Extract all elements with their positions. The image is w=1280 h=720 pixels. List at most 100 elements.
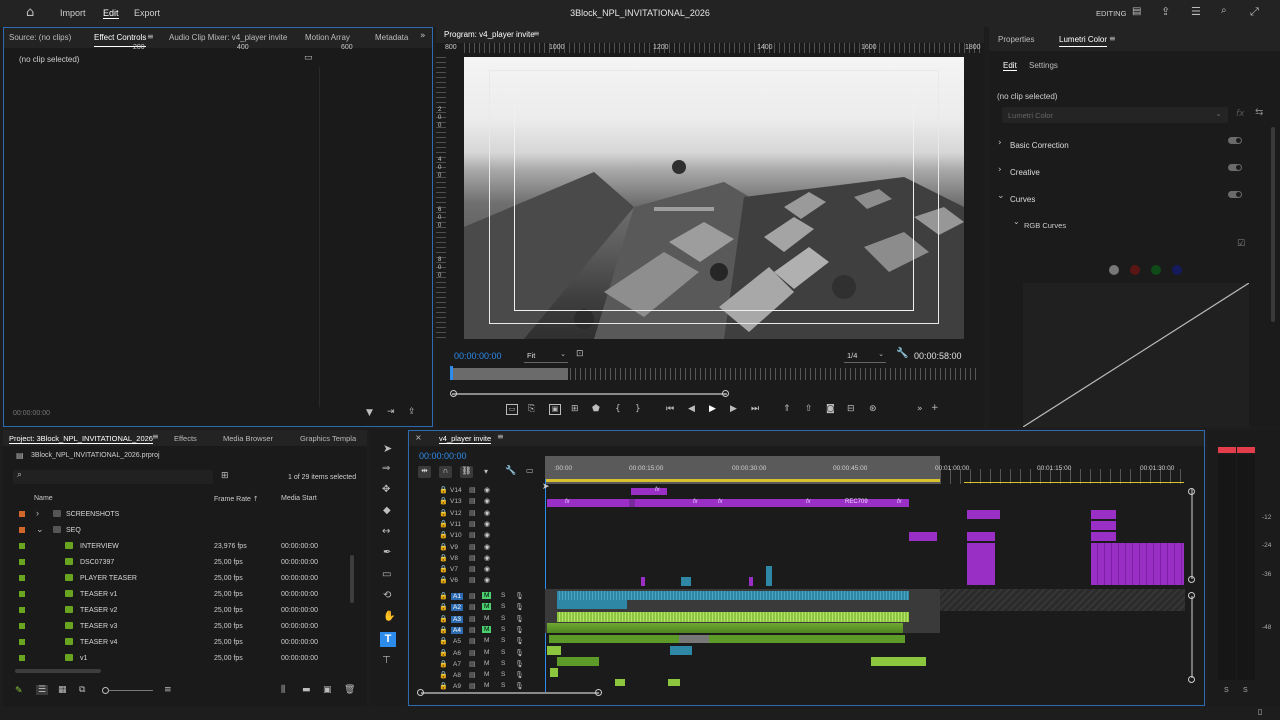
toggle-switch[interactable]: [1228, 191, 1242, 198]
tab-lumetri-color[interactable]: Lumetri Color: [1059, 30, 1108, 47]
mute-icon[interactable]: M: [482, 637, 491, 644]
tab-menu-icon[interactable]: ≡: [147, 32, 154, 41]
eye-icon[interactable]: ◉: [484, 554, 490, 562]
eye-icon[interactable]: ◉: [484, 576, 490, 584]
microphone-icon[interactable]: 🎙: [515, 671, 524, 679]
comparison-icon[interactable]: ⊞: [571, 404, 579, 414]
sort-icon[interactable]: ≡: [164, 685, 172, 695]
sync-lock-icon[interactable]: ▤: [469, 615, 476, 623]
program-timecode[interactable]: 00:00:00:00: [454, 351, 502, 361]
lock-icon[interactable]: 🔒: [439, 649, 448, 657]
clip-a4[interactable]: [547, 623, 903, 633]
sync-lock-icon[interactable]: ▤: [469, 626, 476, 634]
zoom-slider-track[interactable]: [109, 690, 153, 691]
clip-a5-gray[interactable]: [679, 635, 709, 643]
clip-v10c[interactable]: [1091, 532, 1116, 541]
track-header-audio[interactable]: 🔒 A3 ▤ M S 🎙: [409, 615, 549, 626]
ripple-edit-icon[interactable]: ✥: [382, 484, 390, 495]
rgb-curve-graph[interactable]: [1023, 283, 1249, 427]
sync-lock-icon[interactable]: ▤: [469, 682, 476, 690]
timeline-timecode[interactable]: 00:00:00:00: [419, 451, 467, 461]
solo-icon[interactable]: S: [501, 615, 505, 622]
new-item-icon[interactable]: ▣: [323, 685, 332, 695]
eye-icon[interactable]: ◉: [484, 486, 490, 494]
toggle-switch[interactable]: [1228, 164, 1242, 171]
more-tabs-icon[interactable]: »: [420, 31, 426, 41]
mark-out-icon[interactable]: }: [635, 404, 641, 414]
vscroll-handle[interactable]: [1188, 488, 1195, 495]
project-scrollbar[interactable]: [350, 555, 354, 603]
fullscreen-icon[interactable]: ⤢: [1250, 5, 1259, 19]
step-back-icon[interactable]: ◀: [688, 404, 695, 414]
sync-lock-icon[interactable]: ▤: [469, 565, 476, 573]
lock-icon[interactable]: 🔒: [439, 509, 448, 517]
sequence-menu-icon[interactable]: ≡: [497, 432, 504, 441]
microphone-icon[interactable]: 🎙: [515, 660, 524, 668]
more-buttons-icon[interactable]: »: [917, 404, 923, 414]
scrollbar-handle-left[interactable]: [450, 390, 457, 397]
col-frame-rate[interactable]: Frame Rate ↑: [214, 495, 259, 503]
status-icon[interactable]: ▯: [1258, 707, 1262, 716]
vr-icon[interactable]: ⊛: [869, 404, 877, 414]
expand-chevron-icon[interactable]: ⌄: [36, 524, 44, 535]
col-media-start[interactable]: Media Start: [281, 495, 317, 502]
microphone-icon[interactable]: 🎙: [515, 615, 524, 623]
lock-icon[interactable]: 🔒: [439, 486, 448, 494]
clip-a8[interactable]: [550, 668, 558, 677]
mute-icon[interactable]: M: [482, 682, 491, 689]
clip-v9-group-b[interactable]: [1091, 543, 1184, 585]
solo-icon[interactable]: S: [501, 592, 505, 599]
section-creative[interactable]: › Creative: [989, 164, 1264, 180]
eye-icon[interactable]: ◉: [484, 509, 490, 517]
vscroll-video[interactable]: [1191, 489, 1193, 579]
microphone-icon[interactable]: 🎙: [515, 592, 524, 600]
sync-lock-icon[interactable]: ▤: [469, 660, 476, 668]
vscroll-handle[interactable]: [1188, 676, 1195, 683]
mute-icon[interactable]: M: [482, 603, 492, 611]
freeform-view-icon[interactable]: ⧉: [79, 685, 85, 695]
section-basic-correction[interactable]: › Basic Correction: [989, 137, 1264, 153]
eye-icon[interactable]: ◉: [484, 543, 490, 551]
col-name[interactable]: Name: [34, 495, 53, 502]
sync-lock-icon[interactable]: ▤: [469, 531, 476, 539]
track-header-video[interactable]: 🔒 V7 ▤ ◉: [409, 565, 549, 576]
play-audio-icon[interactable]: ⇥: [387, 407, 395, 417]
track-select-icon[interactable]: ⇒: [382, 463, 390, 474]
clip-a7b[interactable]: [871, 657, 926, 666]
button-editor-icon[interactable]: +: [931, 403, 939, 413]
section-curves[interactable]: ⌄ Curves: [989, 191, 1264, 207]
workspaces-icon[interactable]: ▤: [1132, 6, 1141, 17]
scrollbar-handle-right[interactable]: [722, 390, 729, 397]
track-header-audio[interactable]: 🔒 A1 ▤ M S 🎙: [409, 592, 549, 603]
track-header-video[interactable]: 🔒 V14 ▤ ◉: [409, 486, 549, 497]
microphone-icon[interactable]: 🎙: [515, 682, 524, 690]
wrench-icon[interactable]: 🔧: [896, 348, 908, 359]
hand-tool-icon[interactable]: ✋: [383, 611, 395, 622]
proxy-icon[interactable]: ▣: [549, 404, 561, 415]
list-item[interactable]: TEASER v2 25,00 fps 00:00:00:00: [3, 603, 353, 619]
solo-icon[interactable]: S: [501, 682, 505, 689]
clip-v11[interactable]: [1091, 521, 1116, 530]
sync-lock-icon[interactable]: ▤: [469, 554, 476, 562]
clip-a9[interactable]: [615, 679, 625, 686]
lock-icon[interactable]: 🔒: [439, 565, 448, 573]
search-icon[interactable]: ⌕: [1221, 5, 1227, 16]
solo-left[interactable]: S: [1224, 687, 1229, 694]
lock-icon[interactable]: 🔒: [439, 592, 448, 600]
mute-icon[interactable]: M: [482, 592, 492, 599]
sync-lock-icon[interactable]: ▤: [469, 603, 476, 611]
list-item[interactable]: v1 25,00 fps 00:00:00:00: [3, 651, 353, 667]
find-bin-icon[interactable]: ⊞: [221, 471, 229, 481]
expand-chevron-icon[interactable]: ›: [36, 508, 39, 518]
timeline-view-icon[interactable]: ▭: [304, 53, 313, 63]
lock-icon[interactable]: 🔒: [439, 520, 448, 528]
menu-export[interactable]: Export: [134, 8, 160, 18]
list-item[interactable]: DSC07397 25,00 fps 00:00:00:00: [3, 555, 353, 571]
pen-tool-icon[interactable]: ✒: [383, 547, 391, 558]
vscroll-handle[interactable]: [1188, 592, 1195, 599]
quick-export-icon[interactable]: ⇪: [1161, 5, 1170, 18]
lock-icon[interactable]: 🔒: [439, 637, 448, 645]
mute-icon[interactable]: M: [482, 671, 491, 678]
clip-v12[interactable]: [967, 510, 1000, 519]
playhead-marker[interactable]: [450, 366, 453, 380]
